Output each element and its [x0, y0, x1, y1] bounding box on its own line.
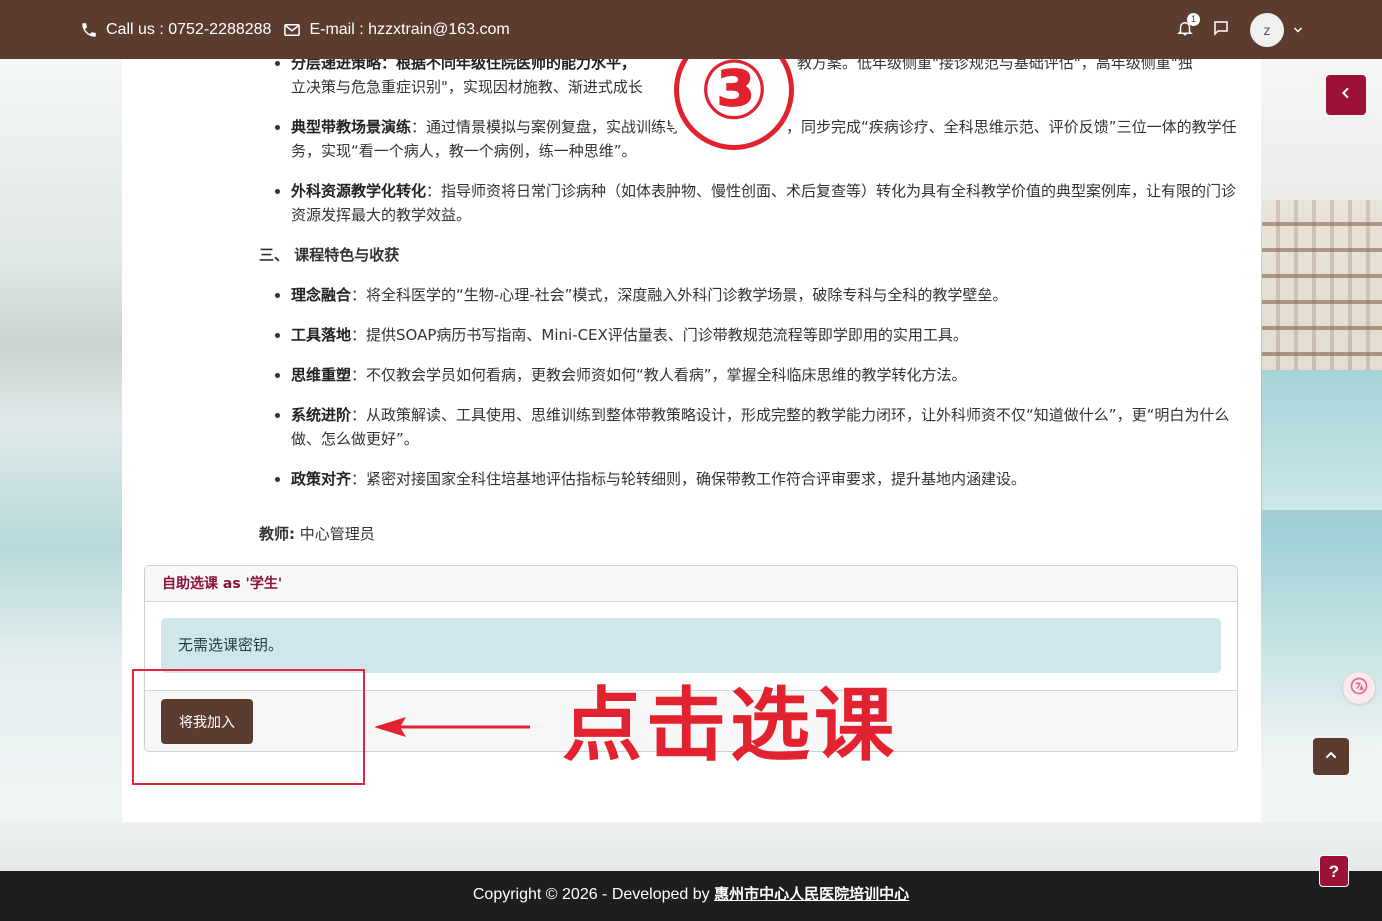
- background-bottom: [0, 822, 1382, 871]
- contact-info: Call us : 0752-2288288 E-mail : hzzxtrai…: [80, 21, 522, 39]
- bullet-text: ：将全科医学的“生物-心理-社会”模式，深度融入外科门诊教学场景，破除专科与全科…: [351, 286, 1008, 304]
- list-item: 政策对齐：紧密对接国家全科住培基地评估指标与轮转细则，确保带教工作符合评审要求，…: [259, 467, 1239, 491]
- chevron-left-icon: [1338, 85, 1354, 105]
- list-item: 理念融合：将全科医学的“生物-心理-社会”模式，深度融入外科门诊教学场景，破除专…: [259, 283, 1239, 307]
- bullet-text: ：不仅教会学员如何看病，更教会师资如何“教人看病”，掌握全科临床思维的教学转化方…: [351, 366, 967, 384]
- bullet-text: ：紧密对接国家全科住培基地评估指标与轮转细则，确保带教工作符合评审要求，提升基地…: [351, 470, 1027, 488]
- user-avatar[interactable]: z: [1250, 13, 1284, 47]
- list-item: 系统进阶：从政策解读、工具使用、思维训练到整体带教策略设计，形成完整的教学能力闭…: [259, 403, 1239, 451]
- bullet-bold-label: 思维重塑: [291, 366, 352, 384]
- bullet-text: ：指导师资将日常门诊病种（如体表肿物、慢性创面、术后复查等）转化为具有全科教学价…: [291, 182, 1237, 224]
- phone-text: Call us : 0752-2288288: [106, 20, 272, 38]
- bullet-bold-label: 外科资源教学化转化: [291, 182, 427, 200]
- left-arrow-annotation: [374, 717, 530, 737]
- bullet-text: ：从政策解读、工具使用、思维训练到整体带教策略设计，形成完整的教学能力闭环，让外…: [291, 406, 1230, 448]
- bullet-list-bottom: 理念融合：将全科医学的“生物-心理-社会”模式，深度融入外科门诊教学场景，破除专…: [259, 283, 1239, 491]
- top-navbar: Call us : 0752-2288288 E-mail : hzzxtrai…: [0, 0, 1382, 59]
- translate-icon: [1349, 676, 1369, 700]
- teacher-name: 中心管理员: [299, 525, 375, 543]
- messages-button[interactable]: [1210, 19, 1232, 41]
- list-item: 思维重塑：不仅教会学员如何看病，更教会师资如何“教人看病”，掌握全科临床思维的教…: [259, 363, 1239, 387]
- chevron-down-icon: [1292, 21, 1304, 40]
- envelope-icon: [283, 21, 301, 39]
- click-to-enrol-annotation: 点击选课: [562, 679, 898, 772]
- developer-link[interactable]: 惠州市中心人民医院培训中心: [714, 885, 909, 903]
- help-button[interactable]: ?: [1319, 855, 1349, 887]
- chevron-up-icon: [1323, 747, 1339, 767]
- list-item: 工具落地：提供SOAP病历书写指南、Mini-CEX评估量表、门诊带教规范流程等…: [259, 323, 1239, 347]
- background-building: [1262, 200, 1382, 370]
- bullet-bold-label: 典型带教场景演练: [291, 118, 412, 136]
- chat-bubble-icon: [1212, 19, 1230, 41]
- page-footer: Copyright © 2026 - Developed by 惠州市中心人民医…: [0, 871, 1382, 921]
- teacher-label: 教师:: [259, 525, 295, 543]
- bullet-bold-label: 工具落地: [291, 326, 352, 344]
- copyright-text: Copyright © 2026 - Developed by: [472, 886, 715, 903]
- back-to-top-button[interactable]: [1313, 738, 1349, 775]
- bullet-bold-label: 系统进阶: [291, 406, 352, 424]
- user-menu-toggle[interactable]: [1292, 24, 1304, 36]
- bullet-bold-label: 理念融合: [291, 286, 352, 304]
- enrolment-key-notice: 无需选课密钥。: [161, 618, 1221, 673]
- user-nav: 1 z: [1160, 13, 1304, 47]
- background-water: [1262, 370, 1382, 510]
- notification-count-badge: 1: [1187, 13, 1200, 26]
- bullet-text: ：提供SOAP病历书写指南、Mini-CEX评估量表、门诊带教规范流程等即学即用…: [351, 326, 968, 344]
- drawer-toggle-button[interactable]: [1326, 75, 1366, 115]
- background-scenery-left: [0, 59, 122, 871]
- enrolment-title: 自助选课 as '学生': [145, 566, 1237, 602]
- notifications-button[interactable]: 1: [1174, 13, 1200, 41]
- email-text: E-mail : hzzxtrain@163.com: [309, 20, 510, 38]
- bullet-bold-label: 政策对齐: [291, 470, 352, 488]
- list-item: 外科资源教学化转化：指导师资将日常门诊病种（如体表肿物、慢性创面、术后复查等）转…: [259, 179, 1239, 227]
- highlight-box-annotation: [132, 669, 365, 785]
- section-heading: 三、 课程特色与收获: [259, 246, 400, 264]
- translate-button[interactable]: [1343, 672, 1375, 704]
- phone-icon: [80, 21, 98, 39]
- teacher-line: 教师: 中心管理员: [259, 522, 1239, 546]
